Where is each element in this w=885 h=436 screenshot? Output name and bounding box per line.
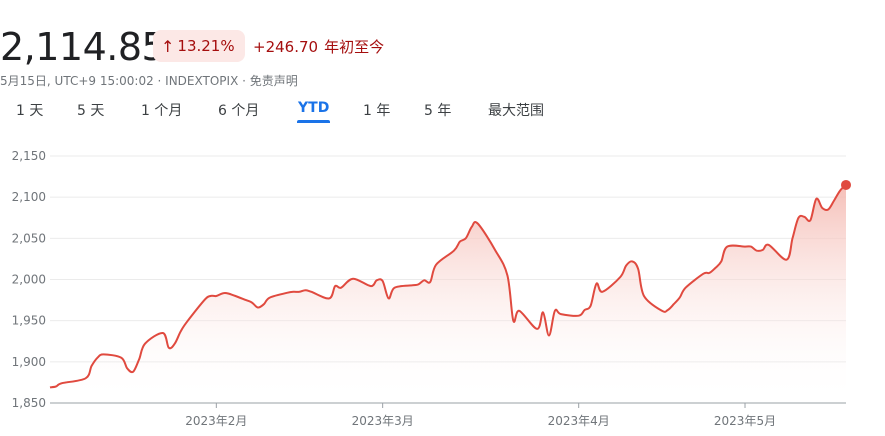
absolute-change: +246.70 年初至今	[253, 36, 390, 57]
tab-ytd[interactable]: YTD	[296, 100, 331, 123]
percent-change-badge: ↑ 13.21%	[153, 30, 245, 62]
y-tick-label: 2,000	[12, 273, 46, 287]
quote-meta: 5月15日, UTC+9 15:00:02 · INDEXTOPIX · 免责声…	[0, 74, 298, 88]
price-chart[interactable]: 1,850 1,900 1,950 2,000 2,050 2,100 2,150 2023年…	[0, 140, 885, 436]
x-tick-label: 2023年2月	[185, 414, 247, 428]
period-label: 年初至今	[324, 38, 385, 56]
y-tick-label: 2,050	[12, 231, 46, 245]
tab-6-month[interactable]: 6 个月	[218, 100, 259, 120]
absolute-change-value: +246.70	[253, 38, 319, 56]
x-tick-label: 2023年4月	[548, 414, 610, 428]
last-point-marker	[841, 179, 851, 190]
series-area	[50, 184, 846, 403]
tab-max[interactable]: 最大范围	[488, 100, 544, 120]
y-tick-label: 1,850	[12, 396, 46, 410]
tab-1-month[interactable]: 1 个月	[141, 100, 182, 120]
tab-5-day[interactable]: 5 天	[77, 100, 104, 120]
y-tick-label: 2,150	[12, 149, 46, 163]
current-price: 2,114.85	[0, 25, 166, 69]
tab-1-year[interactable]: 1 年	[363, 100, 390, 120]
percent-change-value: 13.21%	[177, 37, 235, 55]
arrow-up-icon: ↑	[161, 36, 175, 56]
x-tick-label: 2023年3月	[352, 414, 414, 428]
y-tick-label: 1,900	[12, 355, 46, 369]
y-tick-label: 2,100	[12, 190, 46, 204]
x-tick-label: 2023年5月	[714, 414, 776, 428]
y-tick-label: 1,950	[12, 314, 46, 328]
tab-5-year[interactable]: 5 年	[424, 100, 451, 120]
range-tabs: 1 天 5 天 1 个月 6 个月 YTD 1 年 5 年 最大范围	[0, 100, 600, 126]
tab-1-day[interactable]: 1 天	[16, 100, 43, 120]
